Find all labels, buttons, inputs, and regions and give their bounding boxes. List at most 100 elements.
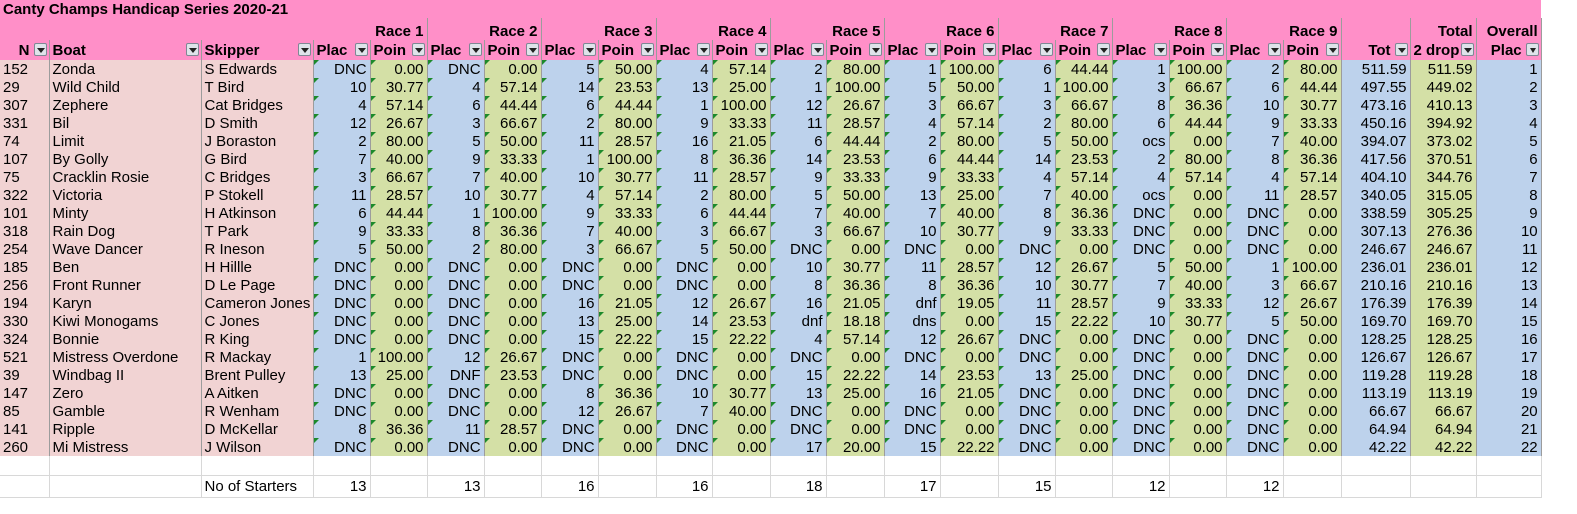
total-cell[interactable]: 66.67 xyxy=(1341,402,1411,420)
race3-points-cell[interactable]: 0.00 xyxy=(598,420,657,438)
race3-points-cell[interactable]: 0.00 xyxy=(598,438,657,456)
race3-place-cell[interactable]: 6 xyxy=(541,96,599,114)
race7-points-cell[interactable]: 26.67 xyxy=(1055,258,1113,276)
race9-place-cell[interactable]: 11 xyxy=(1226,186,1284,204)
race1-points-cell[interactable]: 26.67 xyxy=(370,114,428,132)
sail-number-cell[interactable]: 39 xyxy=(0,366,50,384)
race9-place-cell[interactable]: 8 xyxy=(1226,150,1284,168)
overall-place-cell[interactable]: 15 xyxy=(1476,312,1542,330)
empty-cell[interactable] xyxy=(1055,456,1113,476)
race8-points-cell[interactable]: 44.44 xyxy=(1169,114,1227,132)
race2-place-cell[interactable]: 1 xyxy=(427,204,485,222)
race1-points-cell[interactable]: 0.00 xyxy=(370,258,428,276)
race3-place-cell[interactable]: 16 xyxy=(541,294,599,312)
boat-name-cell[interactable]: Limit xyxy=(49,132,202,150)
race4-points-cell[interactable]: 0.00 xyxy=(712,366,771,384)
sail-number-cell[interactable]: 324 xyxy=(0,330,50,348)
skipper-cell[interactable]: H Atkinson xyxy=(201,204,314,222)
race3-points-cell[interactable]: 30.77 xyxy=(598,168,657,186)
skipper-cell[interactable]: D Smith xyxy=(201,114,314,132)
total-2-drop-cell[interactable]: 315.05 xyxy=(1410,186,1477,204)
race1-place-cell[interactable]: 9 xyxy=(313,222,371,240)
race6-place-cell[interactable]: 6 xyxy=(884,150,941,168)
skipper-cell[interactable]: C Bridges xyxy=(201,168,314,186)
race9-place-cell[interactable]: 6 xyxy=(1226,78,1284,96)
race6-place-cell[interactable]: DNC xyxy=(884,240,941,258)
race2-place-filter-button[interactable] xyxy=(468,43,482,56)
race5-points-cell[interactable]: 26.67 xyxy=(826,96,885,114)
race9-place-cell[interactable]: DNC xyxy=(1226,402,1284,420)
race3-points-cell[interactable]: 36.36 xyxy=(598,384,657,402)
race1-place-cell[interactable]: 10 xyxy=(313,78,371,96)
race8-points-cell[interactable]: 30.77 xyxy=(1169,312,1227,330)
race9-place-cell[interactable]: DNC xyxy=(1226,240,1284,258)
race7-place-cell[interactable]: 14 xyxy=(998,150,1056,168)
empty-cell[interactable] xyxy=(370,475,428,498)
race5-points-cell[interactable]: 18.18 xyxy=(826,312,885,330)
race9-points-cell[interactable]: 44.44 xyxy=(1283,78,1342,96)
race6-points-cell[interactable]: 36.36 xyxy=(940,276,999,294)
race7-points-cell[interactable]: 25.00 xyxy=(1055,366,1113,384)
race5-place-cell[interactable]: 3 xyxy=(770,222,827,240)
race2-place-cell[interactable]: 5 xyxy=(427,132,485,150)
race2-place-cell[interactable]: 3 xyxy=(427,114,485,132)
sail-number-cell[interactable]: 331 xyxy=(0,114,50,132)
race4-place-cell[interactable]: 15 xyxy=(656,330,713,348)
empty-cell[interactable] xyxy=(1055,475,1113,498)
race9-points-cell[interactable]: 30.77 xyxy=(1283,96,1342,114)
race4-points-cell[interactable]: 0.00 xyxy=(712,420,771,438)
race2-points-cell[interactable]: 80.00 xyxy=(484,240,542,258)
race4-points-cell[interactable]: 0.00 xyxy=(712,438,771,456)
race6-place-cell[interactable]: 14 xyxy=(884,366,941,384)
skipper-cell[interactable]: A Aitken xyxy=(201,384,314,402)
race2-place-cell[interactable]: 7 xyxy=(427,168,485,186)
overall-place-cell[interactable]: 4 xyxy=(1476,114,1542,132)
empty-cell[interactable] xyxy=(598,475,657,498)
sail-number-cell[interactable]: 194 xyxy=(0,294,50,312)
race5-place-cell[interactable]: 5 xyxy=(770,186,827,204)
race8-starters-cell[interactable]: 12 xyxy=(1112,475,1170,498)
empty-cell[interactable] xyxy=(0,456,50,476)
total-2-drop-cell[interactable]: 410.13 xyxy=(1410,96,1477,114)
race9-points-cell[interactable]: 50.00 xyxy=(1283,312,1342,330)
race7-place-cell[interactable]: 8 xyxy=(998,204,1056,222)
race1-place-cell[interactable]: 11 xyxy=(313,186,371,204)
sail-number-cell[interactable]: 141 xyxy=(0,420,50,438)
race3-points-cell[interactable]: 25.00 xyxy=(598,312,657,330)
race7-points-filter-button[interactable] xyxy=(1096,43,1110,56)
race7-points-cell[interactable]: 36.36 xyxy=(1055,204,1113,222)
empty-cell[interactable] xyxy=(712,475,771,498)
race3-place-cell[interactable]: 1 xyxy=(541,150,599,168)
race6-points-cell[interactable]: 19.05 xyxy=(940,294,999,312)
total-2-drop-cell[interactable]: 64.94 xyxy=(1410,420,1477,438)
boat-name-cell[interactable]: Gamble xyxy=(49,402,202,420)
race5-place-cell[interactable]: 8 xyxy=(770,276,827,294)
race1-points-cell[interactable]: 25.00 xyxy=(370,366,428,384)
overall-place-cell[interactable]: 12 xyxy=(1476,258,1542,276)
boat-name-cell[interactable]: Zephere xyxy=(49,96,202,114)
race7-points-cell[interactable]: 23.53 xyxy=(1055,150,1113,168)
race4-place-cell[interactable]: DNC xyxy=(656,420,713,438)
race6-place-cell[interactable]: 5 xyxy=(884,78,941,96)
race9-place-cell[interactable]: 5 xyxy=(1226,312,1284,330)
overall-place-cell[interactable]: 6 xyxy=(1476,150,1542,168)
race4-place-cell[interactable]: 8 xyxy=(656,150,713,168)
race8-place-cell[interactable]: 8 xyxy=(1112,96,1170,114)
race5-points-cell[interactable]: 40.00 xyxy=(826,204,885,222)
race6-place-cell[interactable]: 15 xyxy=(884,438,941,456)
race3-points-cell[interactable]: 0.00 xyxy=(598,348,657,366)
sail-number-cell[interactable]: 260 xyxy=(0,438,50,456)
race9-place-cell[interactable]: DNC xyxy=(1226,348,1284,366)
race6-points-cell[interactable]: 0.00 xyxy=(940,348,999,366)
race4-points-cell[interactable]: 0.00 xyxy=(712,258,771,276)
race8-points-cell[interactable]: 66.67 xyxy=(1169,78,1227,96)
sail-number-cell[interactable]: 330 xyxy=(0,312,50,330)
race8-points-filter-button[interactable] xyxy=(1210,43,1224,56)
race9-starters-cell[interactable]: 12 xyxy=(1226,475,1284,498)
race3-starters-cell[interactable]: 16 xyxy=(541,475,599,498)
race7-place-cell[interactable]: 9 xyxy=(998,222,1056,240)
race2-points-cell[interactable]: 26.67 xyxy=(484,348,542,366)
race8-place-cell[interactable]: 9 xyxy=(1112,294,1170,312)
race7-points-cell[interactable]: 0.00 xyxy=(1055,402,1113,420)
race3-points-filter-button[interactable] xyxy=(640,43,654,56)
